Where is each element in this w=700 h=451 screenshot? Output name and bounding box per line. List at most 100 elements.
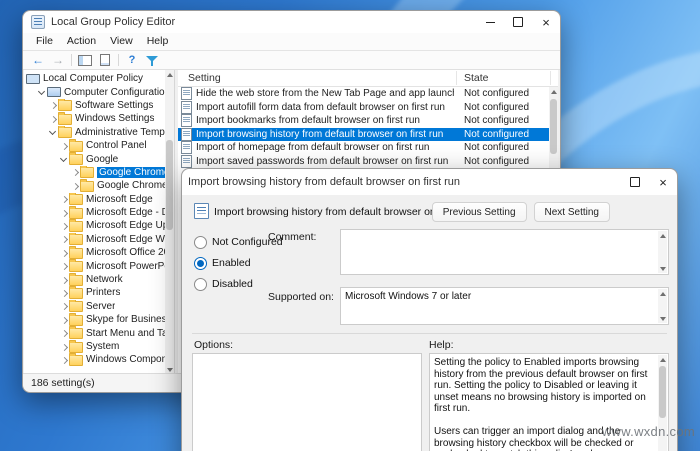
- scroll-thumb[interactable]: [659, 366, 666, 418]
- tree-item[interactable]: Windows Settings: [24, 112, 165, 125]
- policy-setting-dialog: Import browsing history from default bro…: [181, 168, 678, 451]
- help-button[interactable]: ?: [122, 52, 142, 68]
- tree-node-icon: [69, 272, 83, 286]
- tree-item[interactable]: Software Settings: [24, 98, 165, 112]
- expander-chevron-icon[interactable]: [59, 261, 69, 271]
- tree-node-icon: [69, 219, 83, 232]
- scroll-up-icon[interactable]: [549, 87, 558, 96]
- tree-item[interactable]: System: [24, 339, 165, 353]
- column-header-setting[interactable]: Setting: [188, 72, 221, 84]
- tree-item[interactable]: Control Panel: [24, 138, 165, 152]
- tree-item[interactable]: Microsoft Office 201: [24, 246, 165, 259]
- filter-button[interactable]: [142, 52, 162, 68]
- tree-item[interactable]: Skype for Business 2: [24, 313, 165, 326]
- tree-item[interactable]: Google Chrome: [24, 165, 165, 179]
- expander-chevron-icon[interactable]: [59, 141, 69, 151]
- expander-chevron-icon[interactable]: [59, 208, 69, 218]
- tree-item-label: Windows Settings: [75, 113, 155, 125]
- next-setting-button[interactable]: Next Setting: [533, 202, 610, 222]
- tree-item[interactable]: Printers: [24, 286, 165, 299]
- setting-nav-buttons: Previous Setting Next Setting: [431, 202, 610, 222]
- state-cell: Not configured: [464, 155, 530, 167]
- gpedit-titlebar[interactable]: Local Group Policy Editor ×: [23, 11, 560, 33]
- export-list-button[interactable]: [95, 52, 115, 68]
- dialog-titlebar[interactable]: Import browsing history from default bro…: [182, 169, 677, 195]
- expander-chevron-icon[interactable]: [59, 315, 69, 325]
- policy-list-row[interactable]: Hide the web store from the New Tab Page…: [178, 87, 549, 101]
- expander-chevron-icon[interactable]: [70, 167, 80, 177]
- setting-cell: Import browsing history from default bro…: [196, 128, 444, 140]
- expander-chevron-icon[interactable]: [59, 288, 69, 298]
- scroll-thumb[interactable]: [550, 99, 557, 154]
- watermark: www.wxdn.com: [601, 424, 695, 439]
- policy-setting-icon: [181, 127, 192, 141]
- comment-scrollbar[interactable]: [658, 231, 667, 273]
- tree-item[interactable]: Network: [24, 272, 165, 286]
- scroll-thumb[interactable]: [166, 140, 173, 230]
- tree-item[interactable]: Computer Configuration: [24, 85, 165, 98]
- scroll-up-icon[interactable]: [658, 289, 667, 298]
- tree-item[interactable]: Microsoft Edge: [24, 192, 165, 206]
- expander-chevron-icon[interactable]: [48, 100, 58, 110]
- supported-scrollbar[interactable]: [658, 289, 667, 323]
- radio-disabled[interactable]: Disabled: [194, 277, 253, 291]
- console-tree: Local Computer Policy Computer Configura…: [24, 72, 165, 374]
- tree-item[interactable]: Microsoft PowerPoi: [24, 259, 165, 273]
- close-button[interactable]: ×: [532, 11, 560, 33]
- expander-chevron-icon[interactable]: [59, 248, 69, 258]
- expander-chevron-icon[interactable]: [59, 154, 69, 164]
- setting-cell: Hide the web store from the New Tab Page…: [196, 88, 454, 100]
- policy-list-row[interactable]: Import of homepage from default browser …: [178, 141, 549, 155]
- forward-button[interactable]: →: [48, 52, 68, 68]
- dialog-close-button[interactable]: ×: [649, 169, 677, 195]
- policy-list-row[interactable]: Import browsing history from default bro…: [178, 127, 549, 141]
- expander-chevron-icon[interactable]: [59, 301, 69, 311]
- column-header-state[interactable]: State: [464, 72, 489, 84]
- expander-chevron-icon[interactable]: [59, 342, 69, 352]
- comment-textarea[interactable]: [340, 229, 669, 275]
- expander-chevron-icon[interactable]: [37, 87, 47, 97]
- scroll-down-icon[interactable]: [658, 314, 667, 323]
- tree-item[interactable]: Start Menu and Task: [24, 326, 165, 340]
- expander-chevron-icon[interactable]: [48, 127, 58, 137]
- expander-chevron-icon[interactable]: [59, 355, 69, 365]
- radio-enabled[interactable]: Enabled: [194, 256, 251, 270]
- tree-item[interactable]: Microsoft Edge - De: [24, 205, 165, 219]
- dialog-maximize-button[interactable]: [621, 169, 649, 195]
- tree-item[interactable]: Server: [24, 299, 165, 313]
- tree-item[interactable]: Google: [24, 152, 165, 166]
- scroll-up-icon[interactable]: [658, 355, 667, 364]
- scroll-up-icon[interactable]: [165, 70, 174, 79]
- expander-chevron-icon[interactable]: [59, 221, 69, 231]
- scroll-up-icon[interactable]: [658, 231, 667, 240]
- policy-list-row[interactable]: Import bookmarks from default browser on…: [178, 114, 549, 128]
- scroll-down-icon[interactable]: [658, 264, 667, 273]
- policy-list-row[interactable]: Import autofill form data from default b…: [178, 100, 549, 115]
- expander-chevron-icon[interactable]: [48, 114, 58, 124]
- expander-chevron-icon[interactable]: [59, 234, 69, 244]
- tree-item[interactable]: Windows Compone: [24, 353, 165, 366]
- tree-item[interactable]: Microsoft Edge Upd: [24, 219, 165, 232]
- tree-scrollbar[interactable]: [165, 70, 174, 374]
- setting-cell: Import saved passwords from default brow…: [196, 155, 449, 167]
- tree-item[interactable]: Administrative Templat: [24, 125, 165, 139]
- tree-item[interactable]: Local Computer Policy: [24, 72, 165, 85]
- supported-on-label: Supported on:: [268, 291, 334, 303]
- maximize-button[interactable]: [504, 11, 532, 33]
- tree-item[interactable]: Google Chrome: [24, 179, 165, 192]
- supported-on-box: Microsoft Windows 7 or later: [340, 287, 669, 325]
- expander-chevron-icon[interactable]: [59, 328, 69, 338]
- minimize-button[interactable]: [476, 11, 504, 33]
- console-tree-button[interactable]: [75, 52, 95, 68]
- expander-chevron-icon[interactable]: [59, 194, 69, 204]
- menu-view[interactable]: View: [103, 33, 140, 50]
- previous-setting-button[interactable]: Previous Setting: [431, 202, 527, 222]
- menu-action[interactable]: Action: [60, 33, 103, 50]
- expander-chevron-icon[interactable]: [59, 275, 69, 285]
- expander-chevron-icon[interactable]: [70, 181, 80, 191]
- menu-file[interactable]: File: [29, 33, 60, 50]
- policy-list-row[interactable]: Import saved passwords from default brow…: [178, 154, 549, 169]
- back-button[interactable]: ←: [28, 52, 48, 68]
- tree-item[interactable]: Microsoft Edge Web: [24, 232, 165, 246]
- menu-help[interactable]: Help: [140, 33, 176, 50]
